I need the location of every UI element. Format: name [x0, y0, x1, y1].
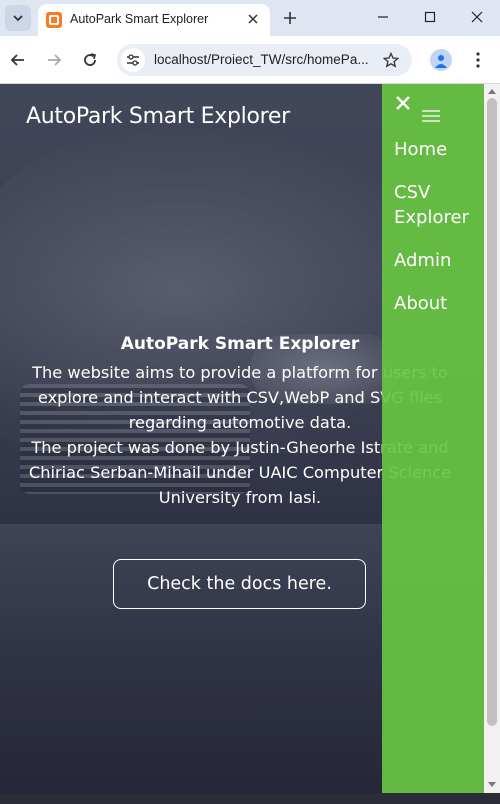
side-nav: Home CSV Explorer Admin About [382, 84, 484, 793]
tab-close-button[interactable] [244, 10, 262, 28]
tab-title: AutoPark Smart Explorer [70, 12, 209, 26]
new-tab-button[interactable] [277, 5, 303, 31]
active-tab[interactable]: AutoPark Smart Explorer [38, 4, 270, 36]
tab-strip: AutoPark Smart Explorer [0, 0, 500, 36]
xampp-icon [46, 12, 62, 28]
maximize-button[interactable] [407, 0, 453, 34]
scroll-down-arrow[interactable] [488, 782, 496, 787]
reload-button[interactable] [76, 46, 104, 74]
site-info-button[interactable] [121, 48, 145, 72]
address-bar[interactable]: localhost/Proiect_TW/src/homePa... [117, 44, 412, 76]
star-icon [383, 52, 399, 68]
bookmark-button[interactable] [380, 49, 402, 71]
nav-item-home[interactable]: Home [394, 137, 447, 162]
arrow-right-icon [48, 54, 62, 66]
tab-list-button[interactable] [5, 5, 31, 31]
docs-button[interactable]: Check the docs here. [113, 559, 366, 609]
arrow-left-icon [10, 54, 24, 66]
close-icon [396, 96, 410, 110]
scroll-thumb[interactable] [487, 98, 497, 726]
kebab-icon [476, 52, 480, 68]
reload-icon [84, 53, 96, 66]
url-text: localhost/Proiect_TW/src/homePa... [154, 52, 369, 67]
nav-menu-button[interactable] [422, 108, 440, 122]
person-icon [435, 55, 447, 68]
tune-icon [127, 54, 139, 66]
taskbar-edge [0, 793, 500, 804]
nav-close-button[interactable] [394, 94, 414, 114]
nav-item-csv-explorer[interactable]: CSV Explorer [394, 180, 480, 230]
site-title: AutoPark Smart Explorer [26, 104, 290, 129]
nav-item-admin[interactable]: Admin [394, 248, 451, 273]
nav-item-about[interactable]: About [394, 291, 447, 316]
profile-button[interactable] [430, 49, 452, 71]
minimize-icon [378, 16, 388, 18]
minimize-button[interactable] [360, 0, 406, 34]
plus-icon [284, 12, 296, 24]
back-button[interactable] [4, 46, 32, 74]
page-viewport: AutoPark Smart Explorer AutoPark Smart E… [0, 84, 484, 793]
forward-button[interactable] [40, 46, 68, 74]
browser-menu-button[interactable] [468, 48, 488, 72]
chevron-down-icon [13, 15, 23, 22]
close-icon [248, 14, 258, 24]
maximize-icon [424, 11, 436, 23]
scroll-up-arrow[interactable] [488, 89, 496, 94]
page-scrollbar[interactable] [484, 84, 500, 793]
hamburger-icon [422, 110, 440, 122]
close-window-button[interactable] [454, 0, 500, 34]
close-icon [471, 11, 483, 23]
